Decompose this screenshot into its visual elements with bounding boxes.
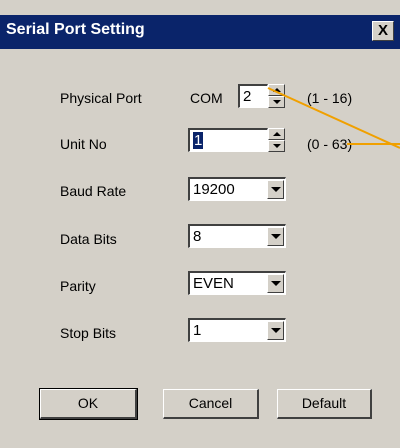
physical-port-label: Physical Port bbox=[60, 90, 142, 106]
baud-rate-label: Baud Rate bbox=[60, 183, 127, 199]
ok-button[interactable]: OK bbox=[39, 388, 138, 420]
unit-no-selected-text: 1 bbox=[193, 132, 204, 149]
stop-bits-value: 1 bbox=[193, 322, 202, 339]
title-bar: Serial Port Setting X bbox=[0, 15, 400, 49]
physical-port-value: 2 bbox=[243, 88, 252, 105]
com-prefix-label: COM bbox=[190, 90, 223, 106]
close-button[interactable]: X bbox=[372, 21, 394, 41]
data-bits-value: 8 bbox=[193, 228, 202, 245]
unit-no-label: Unit No bbox=[60, 136, 107, 152]
parity-value: EVEN bbox=[193, 275, 234, 292]
physical-port-input[interactable]: 2 bbox=[238, 84, 268, 108]
serial-port-dialog: Serial Port Setting X Physical Port COM … bbox=[0, 0, 400, 448]
unit-no-input[interactable]: 1 bbox=[188, 128, 268, 152]
data-bits-label: Data Bits bbox=[60, 231, 117, 247]
baud-rate-value: 19200 bbox=[193, 181, 235, 198]
physical-port-range: (1 - 16) bbox=[307, 90, 353, 106]
spin-up-icon[interactable] bbox=[268, 128, 285, 140]
unit-no-range: (0 - 63) bbox=[307, 136, 353, 152]
default-button[interactable]: Default bbox=[277, 389, 372, 419]
stop-bits-label: Stop Bits bbox=[60, 325, 117, 341]
chevron-down-icon[interactable] bbox=[267, 274, 284, 293]
spin-up-icon[interactable] bbox=[268, 84, 285, 96]
chevron-down-icon[interactable] bbox=[267, 321, 284, 340]
physical-port-spinner[interactable] bbox=[268, 84, 285, 108]
unit-no-spinner[interactable] bbox=[268, 128, 285, 152]
cancel-button[interactable]: Cancel bbox=[163, 389, 259, 419]
data-bits-select[interactable]: 8 bbox=[188, 224, 286, 248]
baud-rate-select[interactable]: 19200 bbox=[188, 177, 286, 201]
parity-label: Parity bbox=[60, 278, 96, 294]
dialog-title: Serial Port Setting bbox=[6, 21, 145, 38]
unit-no-value: 1 bbox=[193, 132, 204, 149]
parity-select[interactable]: EVEN bbox=[188, 271, 286, 295]
spin-down-icon[interactable] bbox=[268, 140, 285, 152]
chevron-down-icon[interactable] bbox=[267, 227, 284, 246]
spin-down-icon[interactable] bbox=[268, 96, 285, 108]
chevron-down-icon[interactable] bbox=[267, 180, 284, 199]
stop-bits-select[interactable]: 1 bbox=[188, 318, 286, 342]
